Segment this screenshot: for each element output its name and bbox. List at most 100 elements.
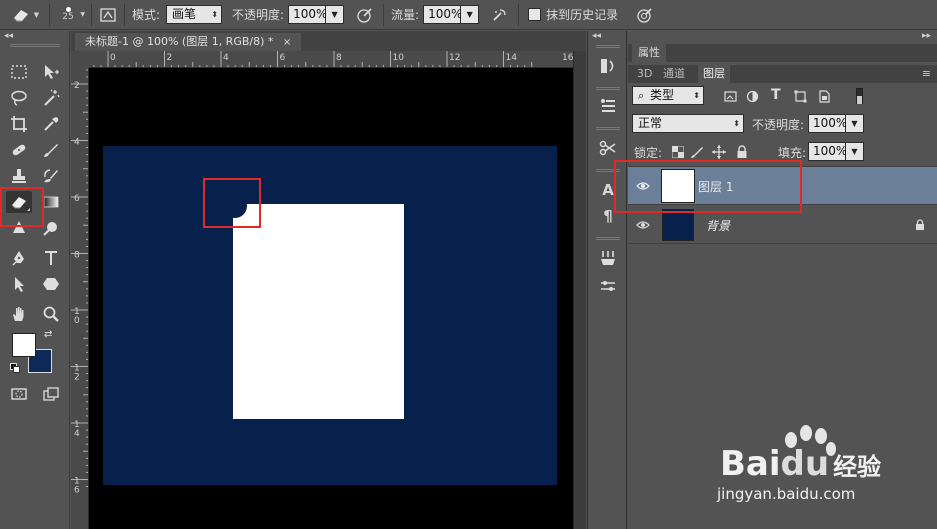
panel-menu-icon[interactable]: ≡ <box>922 67 931 80</box>
filter-smart-object-icon[interactable] <box>818 90 831 103</box>
opacity-dropdown-button[interactable]: ▼ <box>326 5 345 24</box>
eraser-preset-button[interactable]: ▼ <box>6 4 44 26</box>
paragraph-icon: ¶ <box>603 207 613 225</box>
brush-presets-button[interactable] <box>597 247 619 269</box>
annotation-box-eraser-tool <box>0 187 44 227</box>
collapse-arrows-icon[interactable]: ▸▸ <box>922 31 931 41</box>
dock-grip[interactable] <box>596 127 620 130</box>
lock-all-icon[interactable] <box>736 145 748 159</box>
toolbox-grip[interactable] <box>10 44 60 47</box>
dock-grip[interactable] <box>596 87 620 90</box>
move-tool[interactable] <box>38 61 64 83</box>
zoom-tool[interactable] <box>38 303 64 325</box>
watermark-brand-cn: 经验 <box>833 453 882 481</box>
pressure-size-button[interactable] <box>632 4 658 26</box>
filter-type-icon[interactable]: T <box>771 87 781 103</box>
shape-tool[interactable] <box>38 273 64 295</box>
tab-properties[interactable]: 属性 <box>632 44 666 62</box>
lasso-icon <box>11 90 27 106</box>
filter-toggle-switch[interactable] <box>856 88 863 104</box>
type-tool[interactable] <box>38 247 64 269</box>
flow-dropdown-button[interactable]: ▼ <box>461 5 480 24</box>
magic-wand-tool[interactable] <box>38 87 64 109</box>
tab-channels[interactable]: 通道 <box>658 65 690 83</box>
collapse-arrows-icon[interactable]: ◂◂ <box>592 31 601 41</box>
opacity-input[interactable]: 100% <box>288 5 327 24</box>
layer-filter-row: ⌕ 类型 ⬍ T <box>628 83 937 109</box>
close-icon[interactable]: × <box>283 37 291 48</box>
fill-label: 填充: <box>778 146 807 160</box>
canvas-area[interactable] <box>89 68 573 529</box>
default-colors-icon[interactable] <box>10 363 20 373</box>
filter-kind-select[interactable]: ⌕ 类型 ⬍ <box>632 86 704 105</box>
lock-position-icon[interactable] <box>712 145 726 159</box>
filter-pixel-icon[interactable] <box>724 90 737 103</box>
screen-mode-icon <box>43 387 59 401</box>
lock-transparent-pixels-icon[interactable] <box>672 146 684 158</box>
white-layer-shape[interactable] <box>223 194 404 419</box>
brush-icon <box>44 144 58 157</box>
screen-mode-button[interactable] <box>38 383 64 405</box>
crop-tool[interactable] <box>6 113 32 135</box>
magnifier-icon <box>43 306 59 322</box>
mode-select[interactable]: 画笔 ⬍ <box>166 5 223 24</box>
updown-arrows-icon: ⬍ <box>693 91 700 100</box>
history-panel-button[interactable] <box>597 55 619 77</box>
quick-mask-icon <box>11 388 27 400</box>
quick-mask-button[interactable] <box>6 383 32 405</box>
brushes-icon <box>601 251 615 265</box>
path-selection-tool[interactable] <box>6 273 32 295</box>
erase-history-checkbox[interactable] <box>528 8 542 21</box>
sliders-icon <box>601 281 615 291</box>
blend-mode-select[interactable]: 正常 ⬍ <box>632 114 744 133</box>
eye-icon[interactable] <box>636 218 650 232</box>
fill-dropdown-button[interactable]: ▼ <box>846 142 864 161</box>
tab-3d[interactable]: 3D <box>632 65 657 83</box>
background-layer-canvas[interactable] <box>103 146 557 485</box>
brush-size-picker[interactable]: 25 ▼ <box>55 4 85 26</box>
marquee-tool[interactable] <box>6 61 32 83</box>
layer-opacity-dropdown-button[interactable]: ▼ <box>846 114 864 133</box>
toolbox: ◂◂ ⇄ <box>0 31 70 529</box>
hand-tool[interactable] <box>6 303 32 325</box>
ruler-label: 14 <box>506 53 518 63</box>
actions-icon <box>601 99 615 112</box>
pen-tool[interactable] <box>6 247 32 269</box>
history-brush-tool[interactable] <box>38 165 64 187</box>
eyedropper-tool[interactable] <box>38 113 64 135</box>
layer-thumbnail <box>662 209 694 241</box>
horizontal-ruler[interactable]: 0 2 4 6 8 10 12 14 16 <box>89 51 573 68</box>
divider <box>49 3 50 26</box>
clone-stamp-tool[interactable] <box>6 165 32 187</box>
dock-grip[interactable] <box>596 45 620 48</box>
vertical-scrollbar[interactable] <box>573 51 586 529</box>
dock-grip[interactable] <box>596 237 620 240</box>
hexagon-icon <box>43 278 59 290</box>
collapse-arrows-icon[interactable]: ◂◂ <box>4 31 13 41</box>
tool-presets-button[interactable] <box>597 137 619 159</box>
layer-opacity-input[interactable]: 100% <box>808 114 847 133</box>
adjustments-panel-button[interactable] <box>597 275 619 297</box>
flow-input[interactable]: 100% <box>423 5 462 24</box>
swap-colors-icon[interactable]: ⇄ <box>44 329 52 340</box>
healing-brush-tool[interactable] <box>6 139 32 161</box>
document-tab[interactable]: 未标题-1 @ 100% (图层 1, RGB/8) * × <box>75 33 302 51</box>
filter-shape-icon[interactable] <box>794 90 807 103</box>
fill-input[interactable]: 100% <box>808 142 847 161</box>
gradient-icon <box>43 196 59 208</box>
ruler-label: 2 <box>74 81 80 91</box>
filter-adjustment-icon[interactable] <box>746 90 759 103</box>
lasso-tool[interactable] <box>6 87 32 109</box>
actions-panel-button[interactable] <box>597 95 619 117</box>
airbrush-button[interactable] <box>487 4 513 26</box>
lock-image-pixels-icon[interactable] <box>690 145 704 159</box>
brush-size-value: 25 <box>62 12 74 22</box>
foreground-color-swatch[interactable] <box>12 333 36 357</box>
brush-panel-toggle[interactable] <box>97 4 119 26</box>
vertical-ruler[interactable]: 246810121416 <box>71 68 89 529</box>
brush-tool[interactable] <box>38 139 64 161</box>
tab-layers[interactable]: 图层 <box>698 65 730 83</box>
pressure-opacity-button[interactable] <box>352 4 378 26</box>
mode-value: 画笔 <box>172 7 197 21</box>
eraser-icon <box>13 9 28 21</box>
